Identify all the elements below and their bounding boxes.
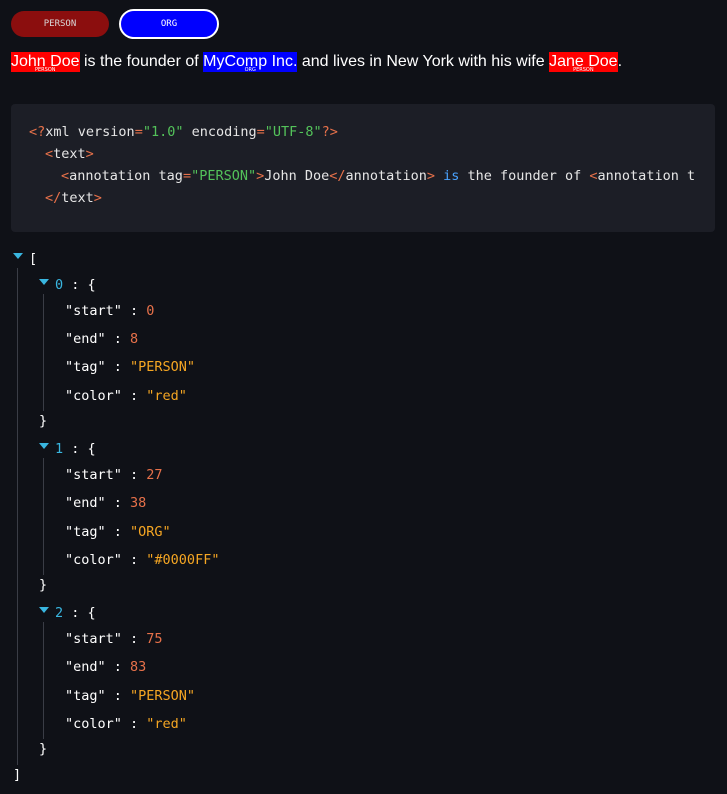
- plain-text: is the founder of: [79, 53, 204, 70]
- plain-text: .: [617, 53, 623, 70]
- json-array-close: ]: [13, 767, 22, 783]
- indent-guide: [43, 294, 44, 411]
- json-field-start: "start" : 75: [65, 631, 163, 647]
- tag-button-person[interactable]: PERSON: [11, 11, 109, 37]
- indent-guide: [17, 268, 18, 765]
- plain-text: and lives in New York with his wife: [297, 53, 550, 70]
- json-item-close: }: [39, 413, 48, 429]
- json-field-color: "color" : "red": [65, 388, 187, 404]
- tag-selector: PERSON ORG: [11, 9, 219, 39]
- entity-label: PERSON: [573, 67, 594, 73]
- entity-person[interactable]: Jane Doe PERSON: [549, 52, 618, 73]
- entity-label: ORG: [244, 67, 256, 73]
- json-field-tag: "tag" : "PERSON": [65, 688, 196, 704]
- code-line-4: </text>: [45, 190, 102, 206]
- json-item-header: 2 : {: [55, 605, 96, 621]
- json-item-close: }: [39, 577, 48, 593]
- json-field-color: "color" : "red": [65, 716, 187, 732]
- json-array-open: [: [29, 251, 38, 267]
- annotated-text: John Doe PERSON is the founder of MyComp …: [11, 52, 623, 73]
- json-field-color: "color" : "#0000FF": [65, 552, 220, 568]
- json-field-start: "start" : 27: [65, 467, 163, 483]
- code-line-3: <annotation tag="PERSON">John Doe</annot…: [61, 168, 696, 184]
- json-field-end: "end" : 83: [65, 659, 147, 675]
- json-item-header: 0 : {: [55, 277, 96, 293]
- collapse-caret-icon[interactable]: [13, 253, 23, 259]
- json-field-tag: "tag" : "ORG": [65, 524, 171, 540]
- entity-label: PERSON: [35, 67, 56, 73]
- xml-code-block: <?xml version="1.0" encoding="UTF-8"?> <…: [11, 104, 715, 232]
- entity-org[interactable]: MyComp Inc. ORG: [203, 52, 298, 73]
- json-item-close: }: [39, 741, 48, 757]
- indent-guide: [43, 622, 44, 739]
- entity-person[interactable]: John Doe PERSON: [11, 52, 80, 73]
- indent-guide: [43, 458, 44, 575]
- json-field-start: "start" : 0: [65, 303, 155, 319]
- tag-button-org[interactable]: ORG: [119, 9, 219, 39]
- collapse-caret-icon[interactable]: [39, 607, 49, 613]
- collapse-caret-icon[interactable]: [39, 279, 49, 285]
- collapse-caret-icon[interactable]: [39, 443, 49, 449]
- json-field-tag: "tag" : "PERSON": [65, 359, 196, 375]
- code-line-1: <?xml version="1.0" encoding="UTF-8"?>: [29, 124, 338, 140]
- json-item-header: 1 : {: [55, 441, 96, 457]
- code-line-2: <text>: [45, 146, 94, 162]
- json-field-end: "end" : 8: [65, 331, 139, 347]
- json-field-end: "end" : 38: [65, 495, 147, 511]
- json-tree-view: [ 0 : { "start" : 0 "end" : 8 "tag" : "P…: [0, 248, 727, 794]
